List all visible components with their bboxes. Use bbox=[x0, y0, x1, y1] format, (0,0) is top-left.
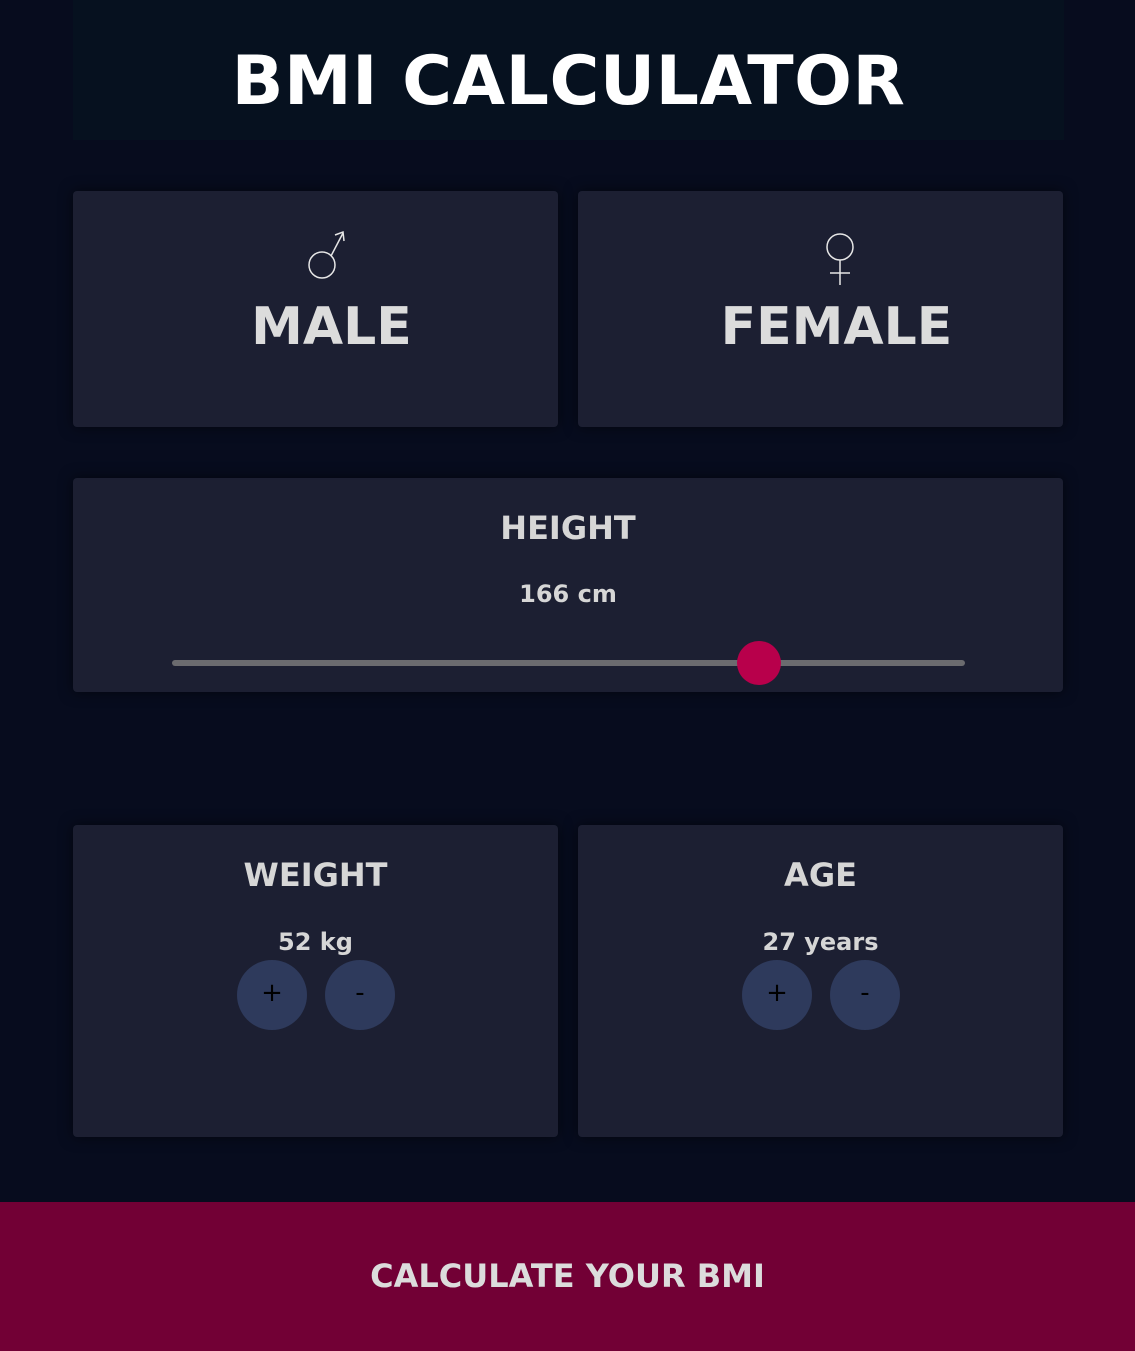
weight-value: 52 kg bbox=[278, 928, 353, 956]
age-decrement-button[interactable]: - bbox=[830, 960, 900, 1030]
height-slider-thumb[interactable] bbox=[736, 641, 781, 685]
age-title: AGE bbox=[784, 856, 857, 894]
weight-decrement-button[interactable]: - bbox=[325, 960, 395, 1030]
calculate-button-label: CALCULATE YOUR BMI bbox=[370, 1257, 765, 1295]
age-value: 27 years bbox=[762, 928, 879, 956]
weight-title: WEIGHT bbox=[243, 856, 388, 894]
male-label: MALE bbox=[251, 297, 412, 357]
height-value: 166 cm bbox=[519, 580, 617, 608]
height-title: HEIGHT bbox=[500, 509, 636, 547]
page-title: BMI CALCULATOR bbox=[231, 42, 906, 121]
weight-increment-button[interactable]: + bbox=[237, 960, 307, 1030]
bmi-app: BMI CALCULATOR MALE FEMALE HEIGHT 166 cm… bbox=[0, 0, 1135, 1351]
male-symbol-icon bbox=[308, 230, 345, 279]
header-bar: BMI CALCULATOR bbox=[73, 0, 1064, 140]
female-symbol-icon bbox=[826, 233, 854, 285]
age-increment-button[interactable]: + bbox=[742, 960, 812, 1030]
height-slider-track[interactable] bbox=[172, 660, 965, 666]
female-label: FEMALE bbox=[720, 297, 953, 357]
calculate-button[interactable]: CALCULATE YOUR BMI bbox=[0, 1202, 1135, 1351]
